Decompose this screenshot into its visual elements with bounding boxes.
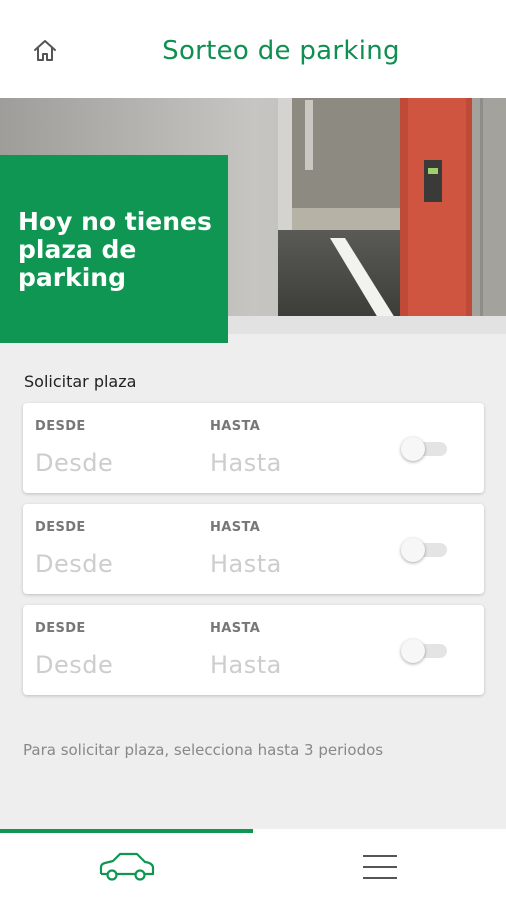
to-label: HASTA	[210, 621, 261, 636]
toggle-thumb	[401, 437, 425, 461]
toggle-thumb	[401, 538, 425, 562]
hint-text: Para solicitar plaza, selecciona hasta 3…	[23, 741, 384, 759]
period-card: DESDE Desde HASTA Hasta	[23, 605, 484, 695]
section-label: Solicitar plaza	[24, 372, 137, 391]
bottom-nav	[0, 829, 506, 900]
header: Sorteo de parking	[0, 0, 506, 98]
nav-item-menu[interactable]	[253, 833, 506, 900]
to-label: HASTA	[210, 520, 261, 535]
to-field[interactable]: Hasta	[210, 550, 282, 578]
to-field[interactable]: Hasta	[210, 449, 282, 477]
from-field[interactable]: Desde	[35, 550, 113, 578]
from-field[interactable]: Desde	[35, 449, 113, 477]
page-title: Sorteo de parking	[162, 36, 400, 66]
from-label: DESDE	[35, 520, 86, 535]
period-card: DESDE Desde HASTA Hasta	[23, 403, 484, 493]
no-parking-message: Hoy no tienes plaza de parking	[18, 207, 212, 292]
car-icon	[99, 852, 154, 881]
to-field[interactable]: Hasta	[210, 651, 282, 679]
period-card: DESDE Desde HASTA Hasta	[23, 504, 484, 594]
toggle-thumb	[401, 639, 425, 663]
nav-item-parking[interactable]	[0, 833, 253, 900]
from-field[interactable]: Desde	[35, 651, 113, 679]
from-label: DESDE	[35, 621, 86, 636]
period-toggle[interactable]	[401, 435, 447, 461]
period-toggle[interactable]	[401, 536, 447, 562]
from-label: DESDE	[35, 419, 86, 434]
menu-icon	[362, 854, 397, 879]
to-label: HASTA	[210, 419, 261, 434]
period-toggle[interactable]	[401, 637, 447, 663]
